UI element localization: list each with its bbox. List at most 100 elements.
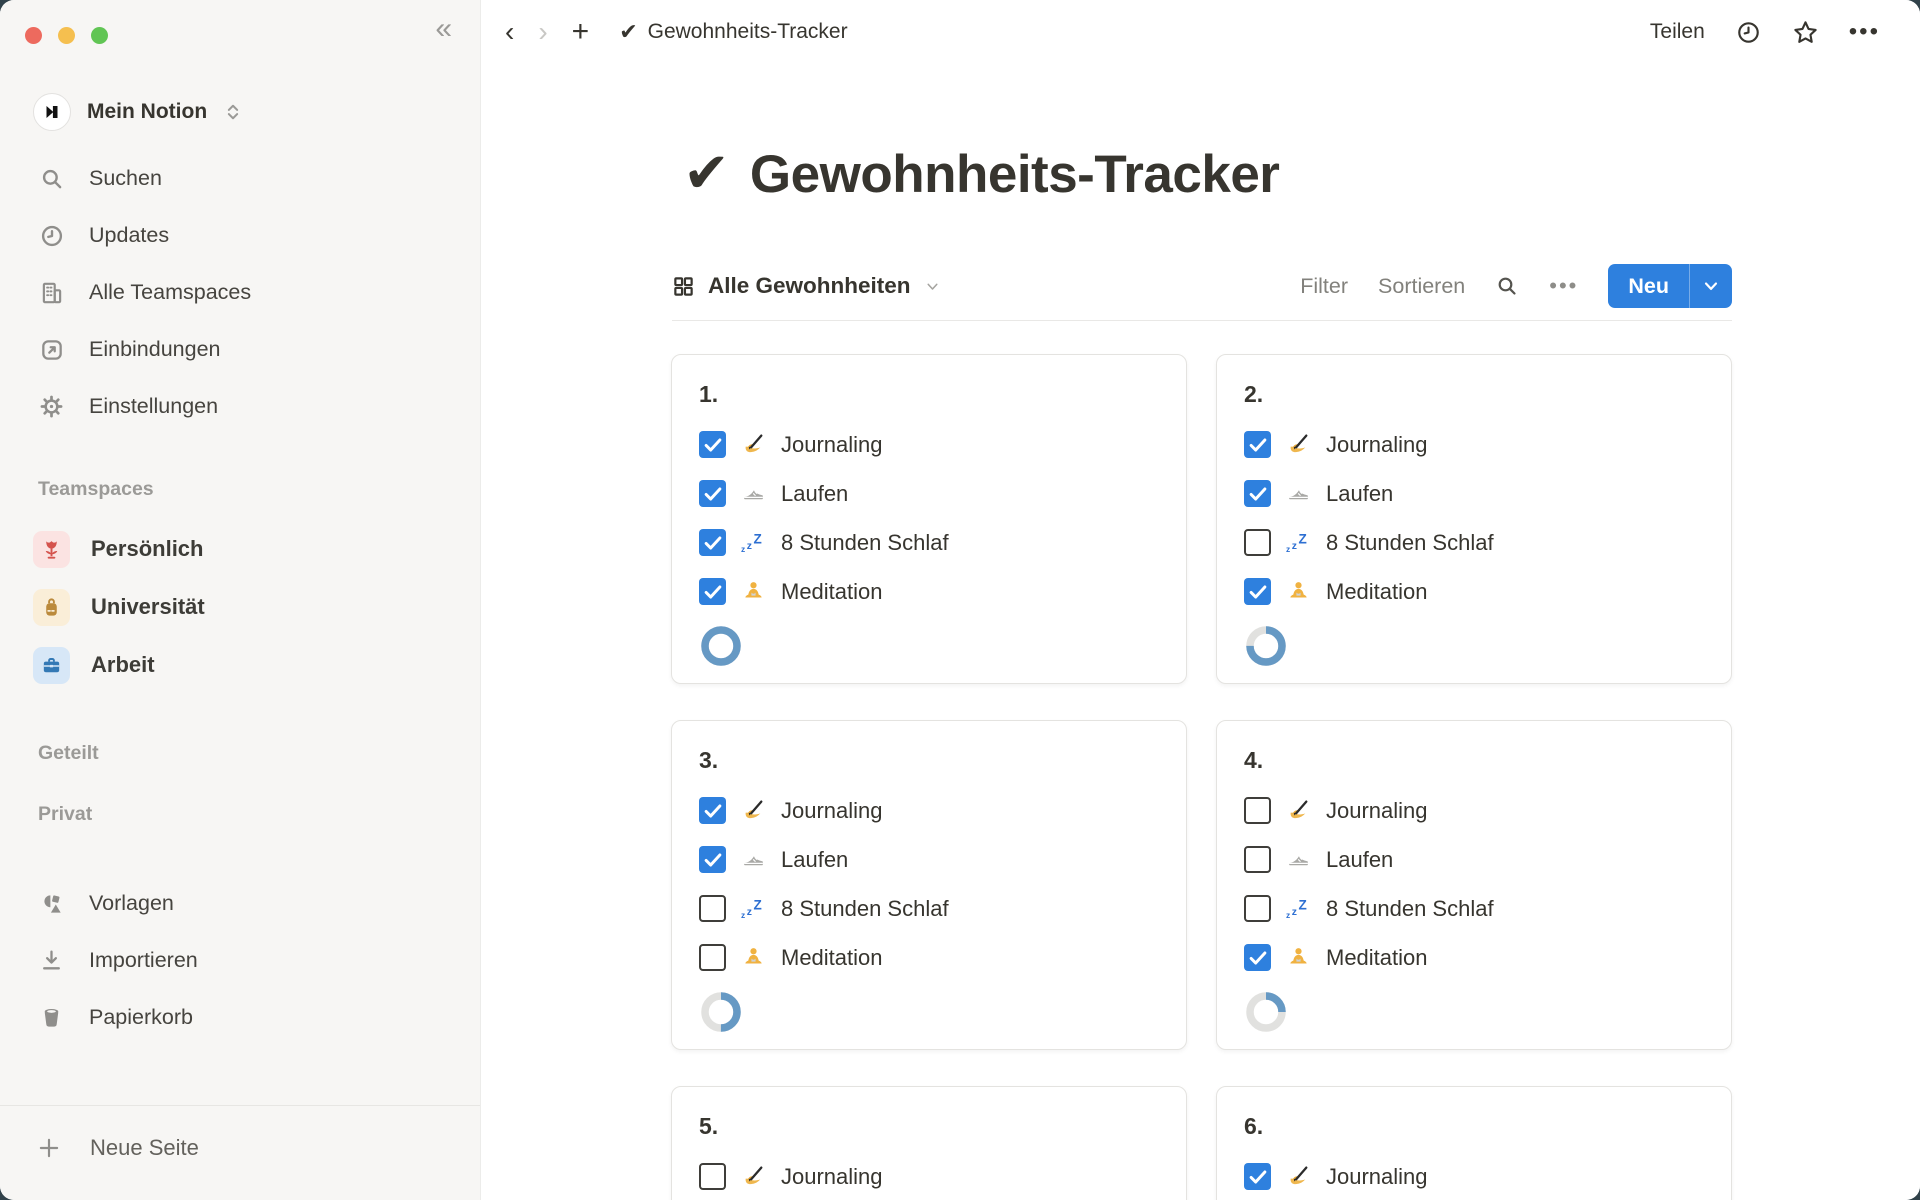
checkbox-checked[interactable] (699, 431, 726, 458)
teamspace-label: Persönlich (91, 536, 203, 562)
zoom-window-button[interactable] (91, 27, 108, 44)
sidebar-item-alle-teamspaces[interactable]: Alle Teamspaces (12, 264, 468, 321)
checkbox-unchecked[interactable] (699, 944, 726, 971)
habit-label: 8 Stunden Schlaf (1326, 896, 1494, 922)
habit-card-4[interactable]: 4.JournalingLaufenzzZ8 Stunden SchlafMed… (1216, 720, 1732, 1050)
new-entry-label[interactable]: Neu (1608, 264, 1689, 308)
sidebar-item-papierkorb[interactable]: Papierkorb (12, 989, 468, 1046)
view-bar: Alle Gewohnheiten Filter Sortieren ••• N… (672, 252, 1732, 320)
habit-label: 8 Stunden Schlaf (1326, 530, 1494, 556)
breadcrumb[interactable]: ✔ Gewohnheits-Tracker (619, 19, 847, 45)
teamspace-item-persönlich[interactable]: Persönlich (12, 520, 468, 578)
sidebar-item-updates[interactable]: Updates (12, 207, 468, 264)
sidebar-item-importieren[interactable]: Importieren (12, 932, 468, 989)
habit-row-laufen: Laufen (1244, 469, 1704, 518)
sort-button[interactable]: Sortieren (1378, 274, 1465, 299)
section-geteilt[interactable]: Geteilt (38, 742, 99, 765)
topbar-nav: ‹ › + ✔ Gewohnheits-Tracker (505, 0, 848, 64)
checkbox-checked[interactable] (699, 480, 726, 507)
habit-card-5[interactable]: 5.Journaling (671, 1086, 1187, 1200)
svg-text:Z: Z (1299, 898, 1307, 913)
habit-card-2[interactable]: 2.JournalingLaufenzzZ8 Stunden SchlafMed… (1216, 354, 1732, 684)
teamspace-item-arbeit[interactable]: Arbeit (12, 636, 468, 694)
habit-label: Journaling (1326, 798, 1428, 824)
history-clock-icon[interactable] (1735, 19, 1762, 46)
new-entry-dropdown-icon[interactable] (1690, 264, 1732, 308)
new-page-button[interactable]: Neue Seite (12, 1118, 468, 1178)
habit-label: Laufen (1326, 847, 1393, 873)
checkbox-unchecked[interactable] (1244, 797, 1271, 824)
habit-label: Laufen (781, 847, 848, 873)
habit-row-meditation: Meditation (699, 567, 1159, 616)
sidebar-item-label: Suchen (89, 166, 162, 191)
sidebar-item-vorlagen[interactable]: Vorlagen (12, 875, 468, 932)
running-shoe-icon (1286, 847, 1311, 872)
checkbox-checked[interactable] (699, 529, 726, 556)
habit-label: Laufen (781, 481, 848, 507)
checkbox-checked[interactable] (1244, 480, 1271, 507)
search-icon[interactable] (1495, 274, 1519, 298)
search-icon (38, 165, 65, 192)
back-icon[interactable]: ‹ (505, 18, 514, 46)
page-title-text[interactable]: Gewohnheits-Tracker (750, 144, 1280, 205)
checkbox-checked[interactable] (699, 846, 726, 873)
forward-icon[interactable]: › (538, 18, 547, 46)
habit-label: Journaling (781, 432, 883, 458)
topbar-actions: Teilen ••• (1650, 0, 1880, 64)
checkbox-unchecked[interactable] (1244, 529, 1271, 556)
habit-card-6[interactable]: 6.Journaling (1216, 1086, 1732, 1200)
writing-hand-icon (741, 798, 766, 823)
svg-text:Z: Z (754, 532, 762, 547)
checkbox-checked[interactable] (699, 797, 726, 824)
habit-card-3[interactable]: 3.JournalingLaufenzzZ8 Stunden SchlafMed… (671, 720, 1187, 1050)
habit-label: Journaling (781, 798, 883, 824)
checkbox-checked[interactable] (1244, 1163, 1271, 1190)
share-button[interactable]: Teilen (1650, 20, 1705, 44)
view-more-options-icon[interactable]: ••• (1549, 273, 1578, 299)
new-entry-button[interactable]: Neu (1608, 264, 1732, 308)
checkbox-unchecked[interactable] (1244, 846, 1271, 873)
checkbox-checked[interactable] (699, 578, 726, 605)
svg-text:z: z (1286, 910, 1290, 920)
backpack-icon (33, 589, 70, 626)
teamspace-item-universität[interactable]: Universität (12, 578, 468, 636)
gallery-view-icon (672, 275, 695, 298)
habit-row-8-stunden-schlaf: zzZ 8 Stunden Schlaf (1244, 884, 1704, 933)
templates-icon (38, 890, 65, 917)
new-tab-icon[interactable]: + (572, 17, 590, 47)
teamspaces-list: Persönlich UniversitätArbeit (12, 520, 468, 694)
habit-row-laufen: Laufen (1244, 835, 1704, 884)
writing-hand-icon (1286, 432, 1311, 457)
writing-hand-icon (741, 1164, 766, 1189)
chevron-updown-icon (223, 102, 243, 122)
habit-row-meditation: Meditation (1244, 933, 1704, 982)
more-options-icon[interactable]: ••• (1849, 18, 1880, 46)
building-icon (38, 279, 65, 306)
section-privat[interactable]: Privat (38, 803, 92, 826)
collapse-sidebar-icon[interactable]: « (435, 14, 452, 44)
sidebar-item-suchen[interactable]: Suchen (12, 150, 468, 207)
checkbox-unchecked[interactable] (1244, 895, 1271, 922)
workspace-switcher[interactable]: Mein Notion (20, 88, 460, 136)
habit-card-1[interactable]: 1.JournalingLaufenzzZ8 Stunden SchlafMed… (671, 354, 1187, 684)
checkbox-checked[interactable] (1244, 578, 1271, 605)
card-title: 5. (699, 1113, 1159, 1140)
notion-window: « Mein Notion Suchen UpdatesAlle Teamspac… (0, 0, 1920, 1200)
checkbox-checked[interactable] (1244, 944, 1271, 971)
view-tab-alle-gewohnheiten[interactable]: Alle Gewohnheiten (672, 273, 941, 299)
habit-row-8-stunden-schlaf: zzZ8 Stunden Schlaf (699, 884, 1159, 933)
minimize-window-button[interactable] (58, 27, 75, 44)
close-window-button[interactable] (25, 27, 42, 44)
checkbox-checked[interactable] (1244, 431, 1271, 458)
filter-button[interactable]: Filter (1300, 274, 1348, 299)
sidebar-item-einstellungen[interactable]: Einstellungen (12, 378, 468, 435)
checkbox-unchecked[interactable] (699, 1163, 726, 1190)
svg-text:z: z (1292, 907, 1297, 918)
favorite-star-icon[interactable] (1792, 19, 1819, 46)
clock-icon (38, 222, 65, 249)
checkbox-unchecked[interactable] (699, 895, 726, 922)
habit-row-journaling: Journaling (1244, 1152, 1704, 1200)
zzz-icon: zzZ (1286, 530, 1311, 555)
sidebar-item-einbindungen[interactable]: Einbindungen (12, 321, 468, 378)
view-tab-label: Alle Gewohnheiten (708, 273, 911, 299)
